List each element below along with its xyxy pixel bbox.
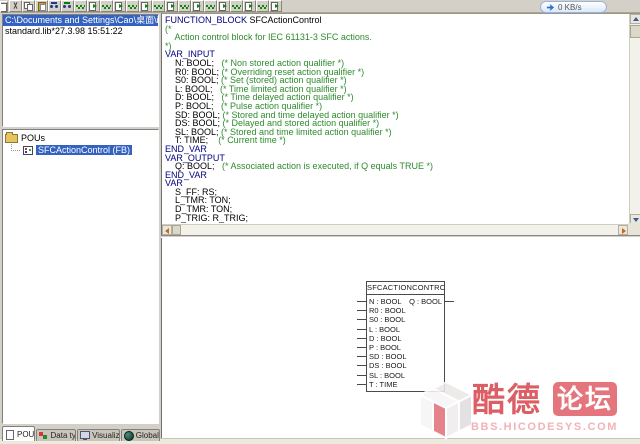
library-item-standard[interactable]: standard.lib*27.3.98 15:51:22 xyxy=(3,26,158,37)
fb-output-stub xyxy=(445,301,454,302)
tab-global-variables-label: Global... xyxy=(136,431,160,440)
tab-global-variables[interactable]: Global... xyxy=(121,429,160,441)
horizontal-scrollbar[interactable] xyxy=(162,224,628,235)
fb-input-pin: L : BOOL xyxy=(367,325,444,334)
download-arrow-icon xyxy=(546,3,555,12)
horizontal-scroll-thumb[interactable] xyxy=(172,225,181,235)
tab-pous[interactable]: POUs xyxy=(2,426,35,441)
visualization-icon xyxy=(80,431,90,440)
pou-tree-item[interactable]: SFCActionControl (FB) xyxy=(5,144,156,156)
find-next-icon[interactable] xyxy=(61,0,74,12)
code-line: S_FF: RS; xyxy=(165,188,628,197)
globe-icon xyxy=(124,431,134,440)
fb-input-pin: R0 : BOOL xyxy=(367,306,444,315)
copy-icon[interactable] xyxy=(22,0,35,12)
data-types-icon xyxy=(39,431,49,440)
zigzag-icon[interactable] xyxy=(204,0,217,12)
doc-arrow-icon[interactable] xyxy=(87,0,100,12)
fb-input-pin: D : BOOL xyxy=(367,334,444,343)
vertical-scrollbar[interactable] xyxy=(629,14,640,224)
doc-arrow-icon[interactable] xyxy=(217,0,230,12)
fb-input-pin: DS : BOOL xyxy=(367,361,444,370)
zigzag-icon[interactable] xyxy=(256,0,269,12)
pou-root-label: POUs xyxy=(21,133,45,143)
fb-output-pin: Q : BOOL xyxy=(409,297,442,306)
doc-arrow-icon[interactable] xyxy=(165,0,178,12)
codesys-library-window: 0 KB/s C:\Documents and Settings\Cao\桌面\… xyxy=(0,0,640,444)
fb-input-pin: SD : BOOL xyxy=(367,352,444,361)
doc-arrow-icon[interactable] xyxy=(113,0,126,12)
object-tabbar: POUs Data ty... Visualiz... Global... xyxy=(2,425,160,441)
zigzag-icon[interactable] xyxy=(100,0,113,12)
zigzag-icon[interactable] xyxy=(230,0,243,12)
code-line: T: TIME; (* Current time *) xyxy=(165,136,628,145)
zigzag-icon[interactable] xyxy=(152,0,165,12)
library-item-iecsfc[interactable]: C:\Documents and Settings\Cao\桌面\iecsfc.… xyxy=(3,15,158,26)
vertical-scroll-thumb[interactable] xyxy=(630,25,640,38)
code-line: P_TRIG: R_TRIG; xyxy=(165,214,628,223)
watermark-brand-text: 酷德 xyxy=(472,382,542,418)
doc-arrow-icon[interactable] xyxy=(191,0,204,12)
code-line: L_TMR: TON; xyxy=(165,196,628,205)
folder-icon xyxy=(5,134,18,143)
code-line: VAR xyxy=(165,179,628,188)
fb-title: SFCACTIONCONTROL xyxy=(367,282,444,295)
fb-input-pin: P : BOOL xyxy=(367,343,444,352)
doc-arrow-icon[interactable] xyxy=(243,0,256,12)
find-icon[interactable] xyxy=(48,0,61,12)
pou-item-label: SFCActionControl (FB) xyxy=(36,145,132,155)
code-line: END_VAR xyxy=(165,171,628,180)
watermark-forum-badge: 论坛 xyxy=(553,382,617,416)
fb-input-pins: N : BOOLR0 : BOOLS0 : BOOLL : BOOLD : BO… xyxy=(367,295,444,389)
tab-data-types-label: Data ty... xyxy=(51,431,77,440)
doc-arrow-icon[interactable] xyxy=(269,0,282,12)
tab-visualizations[interactable]: Visualiz... xyxy=(77,429,120,441)
code-line: FUNCTION_BLOCK SFCActionControl xyxy=(165,16,628,25)
scroll-up-button[interactable] xyxy=(630,14,640,24)
pou-doc-icon xyxy=(5,430,15,439)
scroll-right-button[interactable] xyxy=(618,225,628,235)
paste-icon[interactable] xyxy=(35,0,48,12)
download-speed-badge[interactable]: 0 KB/s xyxy=(540,1,607,13)
cut-icon[interactable] xyxy=(9,0,22,12)
pou-tree-panel: POUs SFCActionControl (FB) xyxy=(2,129,159,424)
code-line: Q: BOOL; (* Associated action is execute… xyxy=(165,162,628,171)
watermark-url: BBS.HICODESYS.COM xyxy=(471,421,618,433)
scroll-left-button[interactable] xyxy=(162,225,172,235)
download-speed-label: 0 KB/s xyxy=(558,3,582,12)
function-block-icon xyxy=(23,146,33,155)
code-line: END_VAR xyxy=(165,145,628,154)
zigzag-icon[interactable] xyxy=(74,0,87,12)
zigzag-icon[interactable] xyxy=(126,0,139,12)
scrollbar-corner xyxy=(628,223,640,235)
zigzag-icon[interactable] xyxy=(178,0,191,12)
forum-watermark: 酷德 论坛 BBS.HICODESYS.COM xyxy=(420,376,638,443)
tab-pous-label: POUs xyxy=(17,430,35,439)
doc-arrow-icon[interactable] xyxy=(139,0,152,12)
tab-visualizations-label: Visualiz... xyxy=(92,431,120,440)
tab-data-types[interactable]: Data ty... xyxy=(36,429,77,441)
declaration-lines: FUNCTION_BLOCK SFCActionControl(* Action… xyxy=(162,14,628,223)
fb-input-pin: S0 : BOOL xyxy=(367,315,444,324)
code-line: *) xyxy=(165,42,628,51)
code-line: Action control block for IEC 61131-3 SFC… xyxy=(165,33,628,42)
library-file-list: C:\Documents and Settings\Cao\桌面\iecsfc.… xyxy=(2,14,159,127)
declaration-editor[interactable]: FUNCTION_BLOCK SFCActionControl(* Action… xyxy=(161,13,640,235)
cube-logo-icon xyxy=(420,382,472,440)
doc-partial-icon[interactable] xyxy=(0,1,8,13)
pou-tree-root[interactable]: POUs xyxy=(5,132,156,144)
